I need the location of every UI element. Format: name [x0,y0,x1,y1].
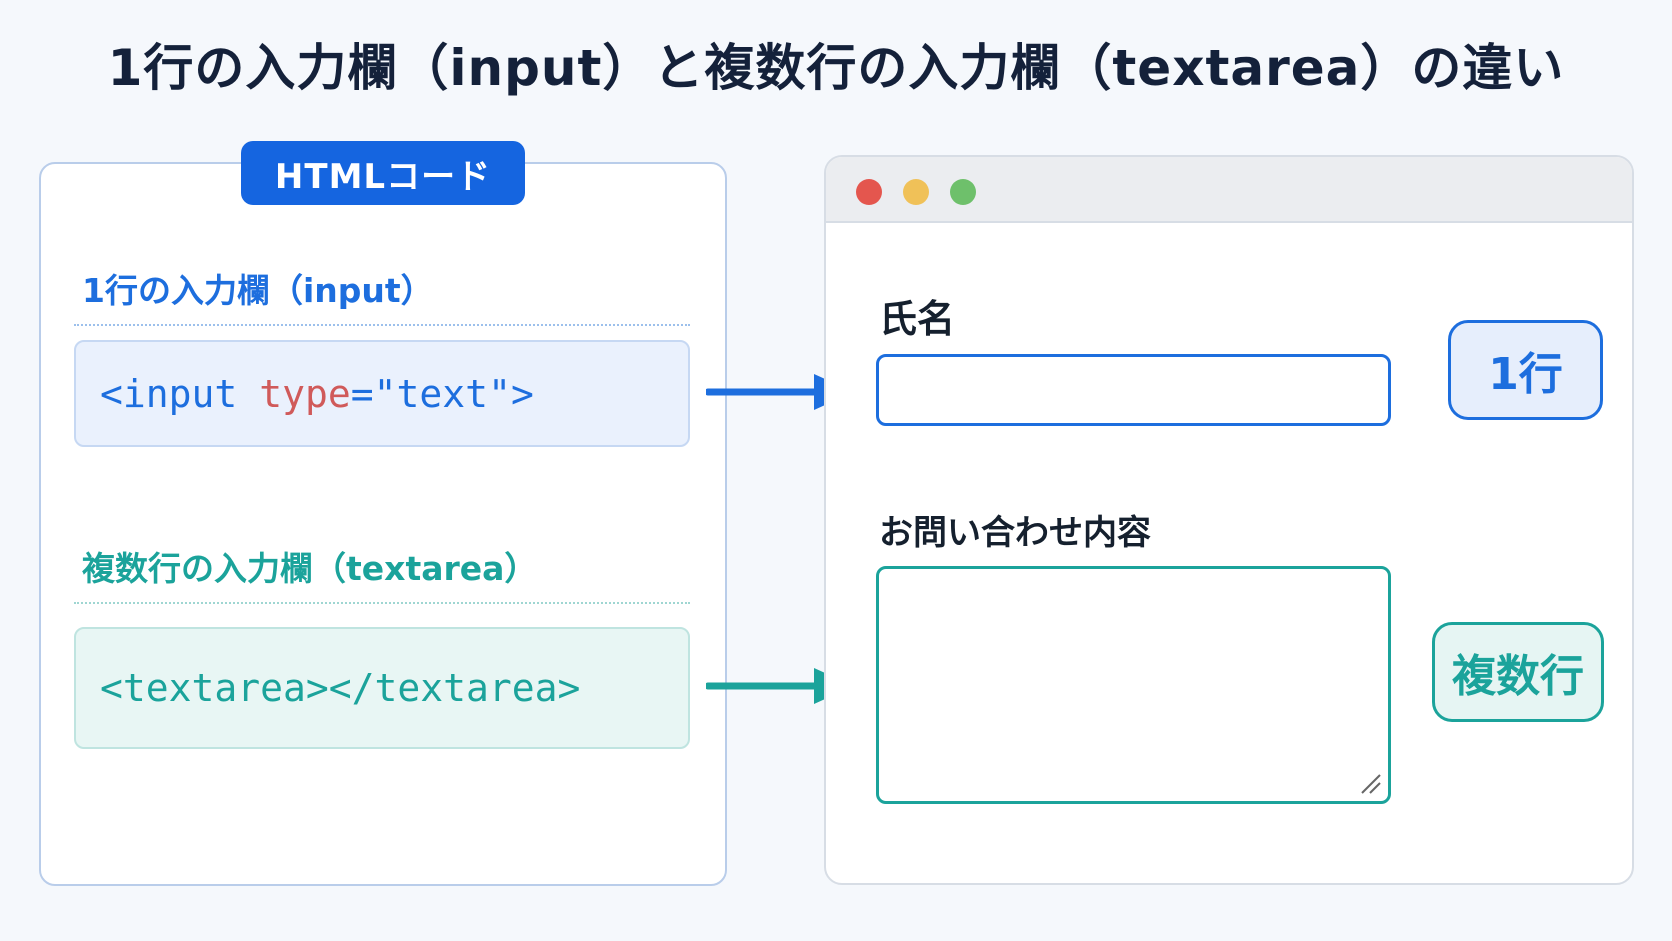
minimize-dot-icon[interactable] [903,179,929,205]
page-title: 1行の入力欄（input）と複数行の入力欄（textarea）の違い [107,39,1565,97]
browser-title-bar [826,157,1632,223]
close-dot-icon[interactable] [856,179,882,205]
name-field-label: 氏名 [879,297,956,341]
input-section-heading: 1行の入力欄（input） [74,264,690,326]
multi-line-badge: 複数行 [1432,622,1604,722]
single-line-badge: 1行 [1448,320,1603,420]
input-code-rest: ="text"> [350,371,534,416]
input-code-tag: <input [100,371,238,416]
textarea-code: <textarea></textarea> [100,666,581,710]
name-input[interactable] [876,354,1391,426]
inquiry-textarea[interactable] [876,566,1391,804]
textarea-section-heading: 複数行の入力欄（textarea） [74,542,690,604]
inquiry-field-label: お問い合わせ内容 [879,513,1151,553]
input-code-attr: type [259,371,351,416]
textarea-code-box: <textarea></textarea> [74,627,690,749]
maximize-dot-icon[interactable] [950,179,976,205]
input-code-box: <input type ="text"> [74,340,690,447]
code-panel-tag: HTMLコード [241,141,525,205]
resize-grip-icon[interactable] [1356,769,1382,795]
